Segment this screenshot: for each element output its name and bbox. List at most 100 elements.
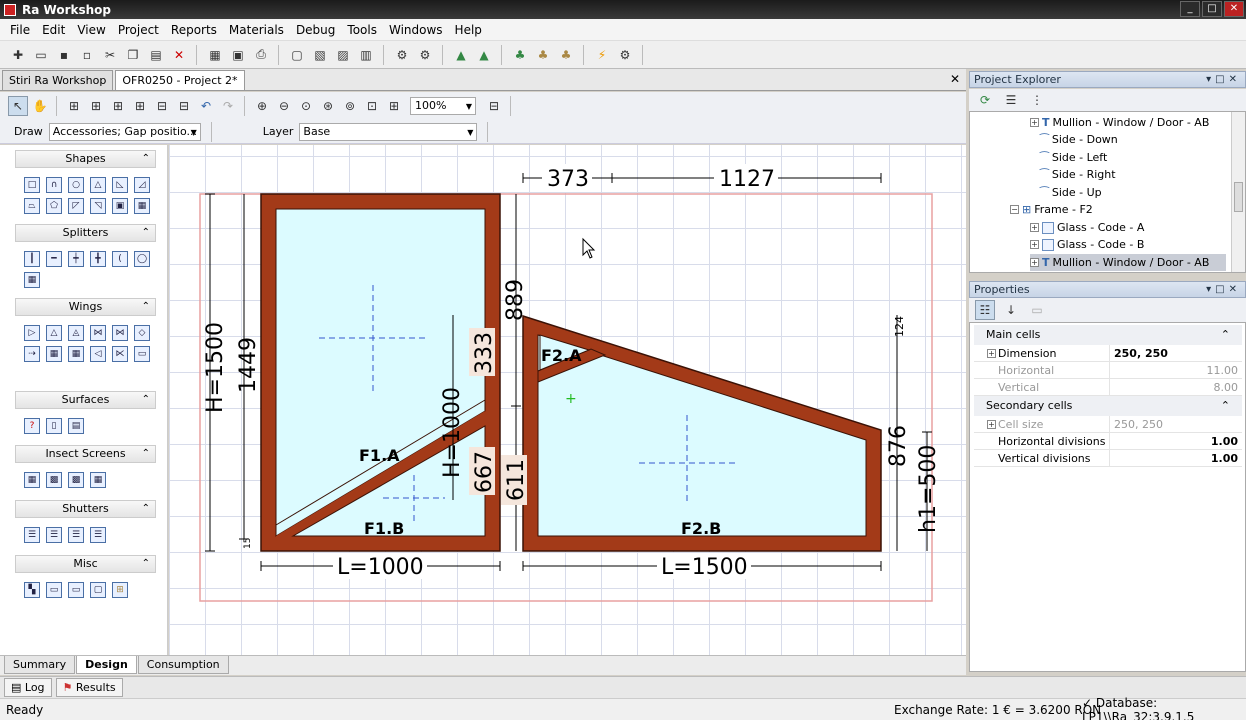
zoom-extents-icon[interactable]: ⊡ [362, 96, 382, 116]
layer-select[interactable]: Base [299, 122, 478, 141]
tree-node[interactable]: + Glass - Code - B [1030, 236, 1144, 253]
lightning-icon[interactable]: ⚡ [592, 45, 612, 65]
distribute-1-icon[interactable]: ⊟ [152, 96, 172, 116]
plugin-icon[interactable]: ⚙ [615, 45, 635, 65]
collapse-icon[interactable]: ⌃ [142, 501, 150, 517]
stock-2-icon[interactable]: ♣ [533, 45, 553, 65]
cell-size-value[interactable]: 250, 250 [1110, 416, 1242, 432]
vertical-value[interactable]: 8.00 [1110, 379, 1242, 395]
glass-surface-icon[interactable]: ▯ [46, 418, 62, 434]
wing-left-icon[interactable]: ▷ [24, 325, 40, 341]
palette-surfaces-header[interactable]: Surfaces ⌃ [15, 391, 156, 409]
align-2-icon[interactable]: ⊞ [86, 96, 106, 116]
zoom-fit-icon[interactable]: ⊚ [340, 96, 360, 116]
misc-5-icon[interactable]: ⊞ [112, 582, 128, 598]
misc-2-icon[interactable]: ▭ [46, 582, 62, 598]
close-doc-icon[interactable]: ✕ [950, 72, 960, 86]
expand-icon[interactable]: + [1030, 240, 1039, 249]
open-folder-icon[interactable]: ▭ [31, 45, 51, 65]
document-icon[interactable]: ▢ [287, 45, 307, 65]
tree-node-selected[interactable]: + T Mullion - Window / Door - AB [1030, 254, 1226, 271]
undo-icon[interactable]: ↶ [196, 96, 216, 116]
tree-node[interactable]: + Glass - Code - A [1030, 219, 1144, 236]
circle-shape-icon[interactable]: ○ [68, 177, 84, 193]
draw-select[interactable]: Accessories; Gap positio... [48, 122, 201, 141]
wing-tilt-turn-icon[interactable]: ◬ [68, 325, 84, 341]
print-icon[interactable]: ⎙ [251, 45, 271, 65]
zoom-out-icon[interactable]: ⊖ [274, 96, 294, 116]
menu-tools[interactable]: Tools [341, 23, 383, 37]
screen-4-icon[interactable]: ▦ [90, 472, 106, 488]
square-shape-icon[interactable]: □ [24, 177, 40, 193]
expand-icon[interactable]: + [1030, 258, 1039, 267]
zoom-minus-icon[interactable]: ⊟ [484, 96, 504, 116]
wing-tilt-icon[interactable]: △ [46, 325, 62, 341]
tab-summary[interactable]: Summary [4, 656, 76, 674]
slant-2-shape-icon[interactable]: ◹ [90, 198, 106, 214]
property-row[interactable]: Horizontal 11.00 [974, 362, 1242, 379]
menu-windows[interactable]: Windows [383, 23, 449, 37]
expand-icon[interactable]: + [1030, 118, 1039, 127]
menu-materials[interactable]: Materials [223, 23, 290, 37]
wing-fold-icon[interactable]: ⋉ [112, 346, 128, 362]
circle-split-icon[interactable]: ◯ [134, 251, 150, 267]
categorized-icon[interactable]: ☷ [975, 300, 995, 320]
horizontal-value[interactable]: 11.00 [1110, 362, 1242, 378]
wing-grid-icon[interactable]: ▦ [46, 346, 62, 362]
right-triangle-shape-icon[interactable]: ◺ [112, 177, 128, 193]
collapse-icon[interactable]: ⌃ [142, 225, 150, 241]
save-icon[interactable]: ▪ [54, 45, 74, 65]
wing-fixed-icon[interactable]: ▭ [134, 346, 150, 362]
hand-icon[interactable]: ✋ [30, 96, 50, 116]
misc-4-icon[interactable]: ▢ [90, 582, 106, 598]
menu-file[interactable]: File [4, 23, 36, 37]
collapse-icon[interactable]: ⌃ [142, 446, 150, 462]
shutter-1-icon[interactable]: ☰ [24, 527, 40, 543]
tree-node[interactable]: ⁀ Side - Right [1040, 166, 1116, 183]
zoom-all-icon[interactable]: ⊛ [318, 96, 338, 116]
vertical-split-icon[interactable]: ┃ [24, 251, 40, 267]
maximize-button[interactable]: □ [1202, 1, 1222, 17]
arc-split-icon[interactable]: ( [112, 251, 128, 267]
collapse-icon[interactable]: − [1010, 205, 1019, 214]
arch-shape-icon[interactable]: ∩ [46, 177, 62, 193]
screen-1-icon[interactable]: ▦ [24, 472, 40, 488]
menu-reports[interactable]: Reports [165, 23, 223, 37]
settings-icon[interactable]: ⚙ [415, 45, 435, 65]
close-button[interactable]: ✕ [1224, 1, 1244, 17]
stock-3-icon[interactable]: ♣ [556, 45, 576, 65]
corner-triangle-shape-icon[interactable]: ◿ [134, 177, 150, 193]
horizontal-split-icon[interactable]: ━ [46, 251, 62, 267]
palette-shapes-header[interactable]: Shapes ⌃ [15, 150, 156, 168]
tab-consumption[interactable]: Consumption [137, 656, 229, 674]
vdiv-value[interactable]: 1.00 [1110, 450, 1242, 466]
menu-edit[interactable]: Edit [36, 23, 71, 37]
pentagon-shape-icon[interactable]: ⬠ [46, 198, 62, 214]
property-pages-icon[interactable]: ▭ [1027, 300, 1047, 320]
expand-icon[interactable]: + [1030, 223, 1039, 232]
copy-icon[interactable]: ❐ [123, 45, 143, 65]
property-row[interactable]: Vertical 8.00 [974, 379, 1242, 396]
palette-insect-screens-header[interactable]: Insect Screens ⌃ [15, 445, 156, 463]
collapse-icon[interactable]: ⌃ [1221, 325, 1230, 345]
design-canvas[interactable]: + 373 1127 L=1000 L=1500 H=1500 1449 H=1… [169, 145, 966, 655]
collapse-icon[interactable]: ⌃ [142, 556, 150, 572]
new-project-icon[interactable]: ✚ [8, 45, 28, 65]
menu-view[interactable]: View [71, 23, 111, 37]
sort-az-icon[interactable]: ↓ [1001, 300, 1021, 320]
menu-help[interactable]: Help [449, 23, 488, 37]
matrix-split-icon[interactable]: ▦ [24, 272, 40, 288]
tab-stiri[interactable]: Stiri Ra Workshop [2, 70, 114, 90]
results-button[interactable]: ⚑ Results [55, 678, 123, 697]
property-row[interactable]: Vertical divisions 1.00 [974, 450, 1242, 467]
materials-icon[interactable]: ▲ [451, 45, 471, 65]
redo-icon[interactable]: ↷ [218, 96, 238, 116]
align-4-icon[interactable]: ⊞ [130, 96, 150, 116]
shutter-2-icon[interactable]: ☰ [46, 527, 62, 543]
palette-misc-header[interactable]: Misc ⌃ [15, 555, 156, 573]
expand-icon[interactable]: + [987, 420, 996, 429]
property-row[interactable]: Horizontal divisions 1.00 [974, 433, 1242, 450]
palette-shutters-header[interactable]: Shutters ⌃ [15, 500, 156, 518]
trapezoid-shape-icon[interactable]: ⏢ [24, 198, 40, 214]
align-3-icon[interactable]: ⊞ [108, 96, 128, 116]
